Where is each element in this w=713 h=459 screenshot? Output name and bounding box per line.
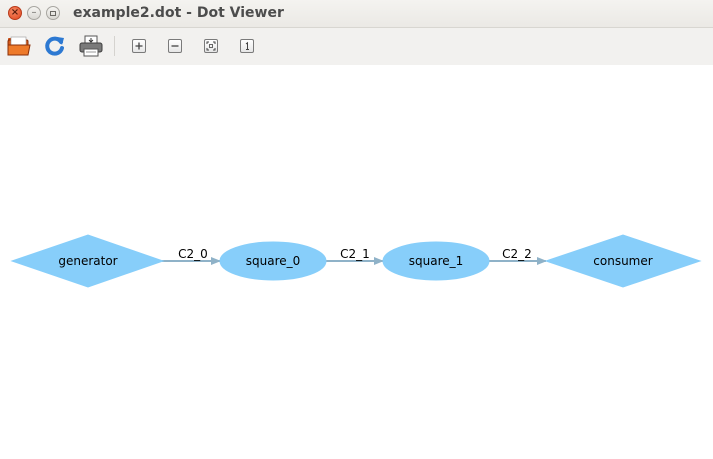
folder-open-icon xyxy=(7,36,31,56)
graph-node-consumer[interactable]: consumer xyxy=(544,234,702,288)
node-label: consumer xyxy=(593,254,652,268)
window-title: example2.dot - Dot Viewer xyxy=(73,5,284,21)
edge-label: C2_1 xyxy=(340,247,370,261)
zoom-fit-button[interactable] xyxy=(198,33,224,59)
zoom-out-icon xyxy=(168,39,182,53)
zoom-100-button[interactable] xyxy=(234,33,260,59)
dot-viewer-window: × – example2.dot - Dot Viewer C2_0 C2_1 … xyxy=(0,0,713,459)
graph-edge[interactable]: C2_1 xyxy=(326,247,384,265)
reload-button[interactable] xyxy=(42,33,68,59)
zoom-in-icon xyxy=(132,39,146,53)
zoom-in-button[interactable] xyxy=(126,33,152,59)
open-button[interactable] xyxy=(6,33,32,59)
printer-icon xyxy=(79,35,103,57)
graph-node-generator[interactable]: generator xyxy=(10,234,165,288)
maximize-icon[interactable] xyxy=(46,6,60,20)
edge-label: C2_2 xyxy=(502,247,532,261)
close-icon[interactable]: × xyxy=(8,6,22,20)
graph-edge[interactable]: C2_0 xyxy=(162,247,221,265)
title-bar: × – example2.dot - Dot Viewer xyxy=(0,0,713,28)
node-label: square_1 xyxy=(409,254,464,268)
print-button[interactable] xyxy=(78,33,104,59)
toolbar xyxy=(0,28,713,65)
graph-node-square-0[interactable]: square_0 xyxy=(219,241,327,281)
refresh-icon xyxy=(45,36,64,56)
zoom-fit-icon xyxy=(204,39,218,53)
graph-canvas[interactable]: C2_0 C2_1 C2_2 generator square_0 square… xyxy=(0,65,713,459)
node-label: generator xyxy=(58,254,117,268)
toolbar-separator xyxy=(114,36,115,56)
zoom-100-icon xyxy=(240,39,254,53)
graph-node-square-1[interactable]: square_1 xyxy=(382,241,490,281)
edge-label: C2_0 xyxy=(178,247,208,261)
minimize-icon[interactable]: – xyxy=(27,6,41,20)
graph-svg: C2_0 C2_1 C2_2 generator square_0 square… xyxy=(10,234,702,288)
node-label: square_0 xyxy=(246,254,301,268)
graph-edge[interactable]: C2_2 xyxy=(488,247,547,265)
zoom-out-button[interactable] xyxy=(162,33,188,59)
